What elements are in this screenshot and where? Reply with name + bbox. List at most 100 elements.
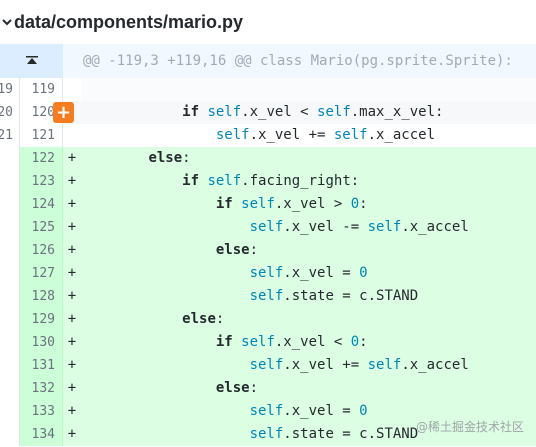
diff-marker: +: [67, 288, 77, 304]
new-line-number[interactable]: 127: [20, 262, 63, 285]
old-line-number[interactable]: [0, 216, 20, 239]
self-token: self: [207, 104, 242, 120]
new-line-number[interactable]: 130: [20, 331, 63, 354]
code-token: .x_vel =: [283, 403, 360, 419]
added-line: 127 + self.x_vel = 0: [0, 262, 536, 285]
old-line-number[interactable]: [0, 193, 20, 216]
self-token: self: [333, 127, 368, 143]
code-token: .x_vel >: [274, 196, 351, 212]
code-token: .state = c.STAND: [283, 288, 419, 304]
code-text: else:: [81, 377, 536, 400]
keyword: if: [215, 334, 233, 350]
file-header: data/components/mario.py: [0, 0, 536, 44]
new-line-number[interactable]: 121: [20, 124, 63, 147]
new-line-number[interactable]: 119: [20, 78, 63, 101]
keyword: else: [215, 380, 250, 396]
diff-marker: +: [67, 426, 77, 442]
old-line-number[interactable]: [0, 377, 20, 400]
added-line: 123 + if self.facing_right:: [0, 170, 536, 193]
code-token: .facing_right:: [241, 173, 360, 189]
self-token: self: [249, 265, 284, 281]
diff-marker: +: [67, 403, 77, 419]
new-line-number[interactable]: 133: [20, 400, 63, 423]
diff-marker: +: [67, 334, 77, 350]
old-line-number[interactable]: [0, 262, 20, 285]
new-line-number[interactable]: 131: [20, 354, 63, 377]
code-text: if self.facing_right:: [81, 170, 536, 193]
new-line-number[interactable]: 123: [20, 170, 63, 193]
code-token: .x_vel <: [241, 104, 318, 120]
added-line: 125 + self.x_vel -= self.x_accel: [0, 216, 536, 239]
code-text: else:: [81, 147, 536, 170]
context-line: 121121 self.x_vel += self.x_accel: [0, 124, 536, 147]
code-token: :: [249, 242, 259, 258]
watermark: @稀土掘金技术社区: [415, 420, 524, 434]
diff-table: @@ -119,3 +119,16 @@ class Mario(pg.spri…: [0, 44, 536, 446]
new-line-number[interactable]: 126: [20, 239, 63, 262]
code-token: .max_x_vel:: [350, 104, 444, 120]
keyword: else: [215, 242, 250, 258]
code-text: self.x_vel = 0: [81, 262, 536, 285]
added-line: 122 + else:: [0, 147, 536, 170]
added-line: 124 + if self.x_vel > 0:: [0, 193, 536, 216]
new-line-number[interactable]: 132: [20, 377, 63, 400]
code-token: :: [249, 380, 259, 396]
old-line-number[interactable]: [0, 400, 20, 423]
self-token: self: [241, 334, 275, 350]
old-line-number[interactable]: [0, 308, 20, 331]
chevron-down-icon[interactable]: [0, 0, 14, 44]
old-line-number[interactable]: [0, 239, 20, 262]
old-line-number[interactable]: [0, 285, 20, 308]
self-token: self: [241, 196, 275, 212]
code-token: :: [182, 150, 191, 166]
old-line-number[interactable]: [0, 354, 20, 377]
add-comment-button[interactable]: +: [53, 102, 74, 123]
keyword: else: [182, 311, 216, 327]
added-line: 131 + self.x_vel += self.x_accel: [0, 354, 536, 377]
code-text: [81, 78, 536, 101]
old-line-number[interactable]: [0, 170, 20, 193]
old-line-number[interactable]: [0, 147, 20, 170]
diff-marker: [63, 78, 81, 101]
old-line-number[interactable]: [0, 331, 20, 354]
code-text: else:: [81, 239, 536, 262]
self-token: self: [249, 288, 284, 304]
context-line: 119119: [0, 78, 536, 101]
old-line-number[interactable]: [0, 423, 20, 446]
new-line-number[interactable]: 129: [20, 308, 63, 331]
code-token: .x_accel: [401, 357, 469, 373]
new-line-number[interactable]: 125: [20, 216, 63, 239]
number-literal: 0: [359, 403, 368, 419]
code-token: .x_accel: [367, 127, 436, 143]
code-text: self.x_vel += self.x_accel: [81, 124, 536, 147]
code-token: .x_vel +=: [249, 127, 334, 143]
hunk-header: @@ -119,3 +119,16 @@ class Mario(pg.spri…: [83, 53, 513, 69]
diff-marker: +: [67, 219, 77, 235]
old-line-number[interactable]: 121: [0, 124, 20, 147]
added-line: 132 + else:: [0, 377, 536, 400]
expand-up-icon[interactable]: [0, 44, 63, 78]
code-text: if self.x_vel < 0:: [81, 331, 536, 354]
code-token: :: [359, 196, 368, 212]
diff-marker: +: [67, 311, 77, 327]
old-line-number[interactable]: 120: [0, 101, 20, 124]
added-line: 130 + if self.x_vel < 0:: [0, 331, 536, 354]
diff-marker: +: [67, 265, 77, 281]
new-line-number[interactable]: 122: [20, 147, 63, 170]
added-line: 128 + self.state = c.STAND: [0, 285, 536, 308]
code-token: .x_vel =: [283, 265, 360, 281]
diff-marker: +: [67, 357, 77, 373]
new-line-number[interactable]: 124: [20, 193, 63, 216]
new-line-number[interactable]: 134: [20, 423, 63, 446]
self-token: self: [367, 219, 402, 235]
keyword: if: [182, 173, 200, 189]
code-token: :: [359, 334, 368, 350]
file-path[interactable]: data/components/mario.py: [14, 12, 243, 33]
diff-marker: +: [67, 196, 77, 212]
diff-marker: +: [67, 380, 77, 396]
new-line-number[interactable]: 128: [20, 285, 63, 308]
diff-marker: +: [67, 242, 77, 258]
old-line-number[interactable]: 119: [0, 78, 20, 101]
diff-marker: +: [67, 150, 77, 166]
